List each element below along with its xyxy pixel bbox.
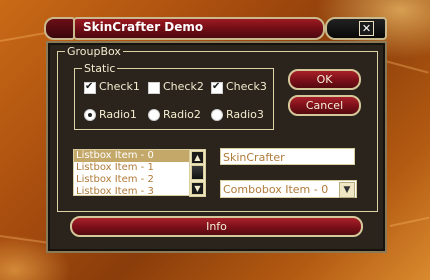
check2-label: Check2	[163, 80, 204, 93]
chevron-down-icon[interactable]: ▼	[339, 182, 355, 198]
radio1-label: Radio1	[99, 108, 137, 121]
check3-checkbox[interactable]: ✔	[211, 81, 223, 94]
arrow-down-icon[interactable]: ▼	[191, 182, 204, 195]
radio2-label: Radio2	[163, 108, 201, 121]
close-icon[interactable]: ✕	[359, 21, 374, 36]
list-item[interactable]: Listbox Item - 0	[74, 150, 190, 162]
list-item[interactable]: Listbox Item - 1	[74, 162, 190, 174]
radio-dot-icon	[88, 113, 92, 117]
list-item[interactable]: Listbox Item - 3	[74, 186, 190, 195]
background-streak	[384, 60, 429, 74]
list-item[interactable]: Listbox Item - 2	[74, 174, 190, 186]
listbox[interactable]: Listbox Item - 0 Listbox Item - 1 Listbo…	[73, 149, 191, 196]
groupbox-label: GroupBox	[65, 45, 123, 58]
info-button[interactable]: Info	[70, 216, 363, 237]
radio2-button[interactable]	[148, 109, 160, 121]
window-title: SkinCrafter Demo	[83, 20, 204, 34]
listbox-scrollbar[interactable]: ▲ ▼	[189, 149, 206, 197]
radio3-button[interactable]	[211, 109, 223, 121]
arrow-up-icon[interactable]: ▲	[191, 151, 204, 164]
system-menu-button[interactable]	[44, 17, 75, 40]
checkmark-icon: ✔	[212, 81, 221, 92]
title-controls	[325, 17, 387, 40]
check2-checkbox[interactable]	[148, 82, 160, 94]
ok-button[interactable]: OK	[288, 69, 361, 90]
scrollbar-thumb[interactable]	[191, 165, 204, 180]
radio3-label: Radio3	[226, 108, 264, 121]
checkmark-icon: ✔	[85, 81, 94, 92]
check3-label: Check3	[226, 80, 267, 93]
check1-checkbox[interactable]: ✔	[84, 81, 96, 94]
combobox-value: Combobox Item - 0	[223, 183, 329, 196]
check1-label: Check1	[99, 80, 140, 93]
background-streak	[389, 216, 430, 227]
static-label: Static	[82, 62, 118, 75]
title-bar[interactable]: SkinCrafter Demo ✕	[42, 14, 388, 40]
cancel-button[interactable]: Cancel	[288, 95, 361, 116]
radio1-button[interactable]	[84, 109, 96, 121]
combobox[interactable]: Combobox Item - 0 ▼	[220, 180, 357, 198]
text-edit-field[interactable]: SkinCrafter	[220, 148, 355, 165]
